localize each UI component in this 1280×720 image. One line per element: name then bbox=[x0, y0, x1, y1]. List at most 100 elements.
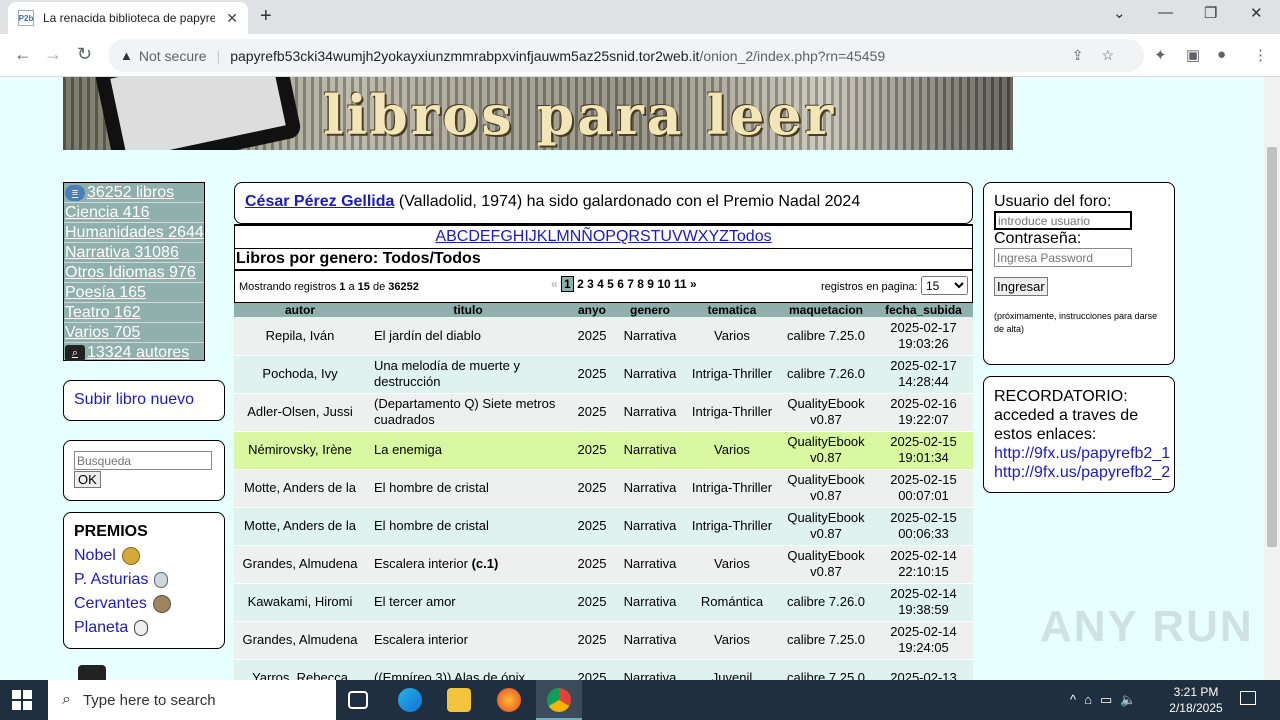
task-view-icon[interactable] bbox=[348, 691, 368, 709]
clock[interactable]: 3:21 PM 2/18/2025 bbox=[1166, 684, 1226, 716]
cell-titulo[interactable]: (Departamento Q) Siete metros cuadrados bbox=[366, 393, 570, 432]
letter-link[interactable]: Y bbox=[708, 228, 719, 245]
cell-autor[interactable]: Yarros, Rebecca bbox=[234, 659, 366, 680]
username-input[interactable] bbox=[994, 211, 1132, 230]
page-link[interactable]: 6 bbox=[617, 277, 624, 291]
page-link[interactable]: 11 bbox=[674, 277, 687, 291]
letter-link[interactable]: X bbox=[698, 228, 709, 245]
letter-link[interactable]: S bbox=[640, 228, 651, 245]
per-page-select[interactable]: 15 bbox=[921, 276, 968, 295]
title-text[interactable]: El tercer amor bbox=[374, 594, 456, 609]
table-row[interactable]: Motte, Anders de la El hombre de cristal 2… bbox=[234, 469, 973, 508]
title-text[interactable]: El hombre de cristal bbox=[374, 518, 489, 533]
chrome-taskbar-active[interactable] bbox=[536, 680, 582, 720]
menu-icon[interactable]: ⋮ bbox=[1253, 46, 1268, 64]
table-row[interactable]: Motte, Anders de la El hombre de cristal 2… bbox=[234, 507, 973, 546]
cell-autor[interactable]: Motte, Anders de la bbox=[234, 469, 366, 508]
table-row[interactable]: Kawakami, Hiromi El tercer amor 2025 Narrat… bbox=[234, 583, 973, 622]
close-window-icon[interactable]: ✕ bbox=[1250, 4, 1263, 22]
cell-titulo[interactable]: El tercer amor bbox=[366, 583, 570, 622]
letter-link[interactable]: P bbox=[605, 228, 616, 245]
cell-autor[interactable]: Pochoda, Ivy bbox=[234, 355, 366, 394]
category-humanidades[interactable]: Humanidades 2644 bbox=[64, 223, 204, 243]
letter-link[interactable]: O bbox=[593, 228, 605, 245]
page-link[interactable]: 4 bbox=[597, 277, 604, 291]
letter-link[interactable]: M bbox=[556, 228, 569, 245]
page-link[interactable]: 2 bbox=[577, 277, 584, 291]
rss-icon[interactable] bbox=[78, 665, 106, 680]
side-panel-icon[interactable]: ▣ bbox=[1186, 46, 1200, 64]
page-link[interactable]: 8 bbox=[637, 277, 644, 291]
title-text[interactable]: Escalera interior bbox=[374, 632, 468, 647]
letter-link[interactable]: F bbox=[491, 228, 501, 245]
letter-link[interactable]: Q bbox=[616, 228, 628, 245]
column-header-anyo[interactable]: anyo bbox=[570, 303, 614, 317]
column-header-autor[interactable]: autor bbox=[234, 303, 366, 317]
reload-icon[interactable]: ↻ bbox=[77, 44, 92, 65]
category-teatro[interactable]: Teatro 162 bbox=[64, 303, 204, 323]
letter-link[interactable]: E bbox=[480, 228, 491, 245]
letter-link[interactable]: N bbox=[570, 228, 582, 245]
system-tray-icons[interactable]: ^⌂▭🔈 bbox=[1070, 692, 1144, 708]
cell-titulo[interactable]: El hombre de cristal bbox=[366, 469, 570, 508]
address-bar[interactable]: ▲ Not secure | papyrefb53cki34wumjh2yoka… bbox=[108, 39, 1144, 72]
search-input[interactable] bbox=[74, 451, 212, 470]
minimize-icon[interactable]: — bbox=[1158, 4, 1173, 21]
table-row[interactable]: Pochoda, Ivy Una melodía de muerte y dest… bbox=[234, 355, 973, 394]
security-status[interactable]: Not secure bbox=[139, 48, 207, 64]
cell-titulo[interactable]: El hombre de cristal bbox=[366, 507, 570, 546]
tab-search-chevron-icon[interactable]: ⌄ bbox=[1113, 4, 1126, 22]
new-tab-button[interactable]: + bbox=[260, 5, 272, 28]
back-icon[interactable]: ← bbox=[14, 44, 32, 65]
extensions-icon[interactable]: ✦ bbox=[1154, 46, 1167, 64]
upload-book-link[interactable]: Subir libro nuevo bbox=[74, 391, 194, 408]
profile-icon[interactable]: ● bbox=[1217, 46, 1226, 63]
letter-link[interactable]: K bbox=[537, 228, 548, 245]
column-header-maquetacion[interactable]: maquetacion bbox=[778, 303, 874, 317]
table-row[interactable]: Repila, Iván El jardín del diablo 2025 Narr… bbox=[234, 317, 973, 356]
cell-autor[interactable]: Kawakami, Hiromi bbox=[234, 583, 366, 622]
letter-link[interactable]: C bbox=[457, 228, 469, 245]
category-ciencia[interactable]: Ciencia 416 bbox=[64, 203, 204, 223]
column-header-tematica[interactable]: tematica bbox=[686, 303, 778, 317]
table-row[interactable]: Némirovsky, Irène La enemiga 2025 Narrativa… bbox=[234, 431, 973, 470]
category-narrativa[interactable]: Narrativa 31086 bbox=[64, 243, 204, 263]
letter-link[interactable]: R bbox=[628, 228, 640, 245]
title-text[interactable]: Una melodía de muerte y destrucción bbox=[374, 358, 520, 389]
letter-link[interactable]: B bbox=[446, 228, 457, 245]
cell-titulo[interactable]: Escalera interior (c.1) bbox=[366, 545, 570, 584]
title-text[interactable]: El hombre de cristal bbox=[374, 480, 489, 495]
cell-autor[interactable]: Grandes, Almudena bbox=[234, 545, 366, 584]
column-header-fecha_subida[interactable]: fecha_subida bbox=[874, 303, 973, 317]
notification-icon[interactable] bbox=[1240, 691, 1256, 705]
letter-link[interactable]: D bbox=[468, 228, 480, 245]
cell-autor[interactable]: Adler-Olsen, Jussi bbox=[234, 393, 366, 432]
page-link[interactable]: 10 bbox=[657, 277, 670, 291]
cell-autor[interactable]: Némirovsky, Irène bbox=[234, 431, 366, 470]
table-row[interactable]: Yarros, Rebecca ((Empíreo 3)) Alas de óni… bbox=[234, 659, 973, 680]
column-header-titulo[interactable]: titulo bbox=[366, 303, 570, 317]
next-page-link[interactable]: » bbox=[690, 277, 697, 291]
letter-link[interactable]: J bbox=[529, 228, 537, 245]
category-otros-idiomas[interactable]: Otros Idiomas 976 bbox=[64, 263, 204, 283]
category-varios[interactable]: Varios 705 bbox=[64, 323, 204, 343]
firefox-icon[interactable] bbox=[497, 688, 521, 712]
share-bookmark-icons[interactable]: ⇪☆ bbox=[1072, 47, 1132, 64]
taskbar-search[interactable]: ⌕ Type here to search bbox=[48, 680, 336, 720]
cell-titulo[interactable]: La enemiga bbox=[366, 431, 570, 470]
login-button[interactable]: Ingresar bbox=[994, 277, 1048, 296]
mirror-link-1[interactable]: http://9fx.us/papyrefb2_1 bbox=[994, 444, 1170, 463]
browser-tab[interactable]: P2b La renacida biblioteca de papyrefb2 … bbox=[8, 2, 248, 34]
cell-titulo[interactable]: Una melodía de muerte y destrucción bbox=[366, 355, 570, 394]
letter-link[interactable]: A bbox=[435, 228, 446, 245]
award-nobel[interactable]: Nobel bbox=[74, 544, 214, 568]
url-text[interactable]: papyrefb53cki34wumjh2yokayxiunzmmrabpxvi… bbox=[230, 48, 885, 64]
table-row[interactable]: Adler-Olsen, Jussi (Departamento Q) Siete… bbox=[234, 393, 973, 432]
title-text[interactable]: La enemiga bbox=[374, 442, 442, 457]
title-text[interactable]: (Departamento Q) Siete metros cuadrados bbox=[374, 396, 555, 427]
title-text[interactable]: Escalera interior bbox=[374, 556, 468, 571]
cell-titulo[interactable]: El jardín del diablo bbox=[366, 317, 570, 356]
close-tab-icon[interactable]: ✕ bbox=[226, 10, 238, 27]
letter-link[interactable]: G bbox=[500, 228, 512, 245]
search-ok-button[interactable]: OK bbox=[74, 471, 101, 488]
